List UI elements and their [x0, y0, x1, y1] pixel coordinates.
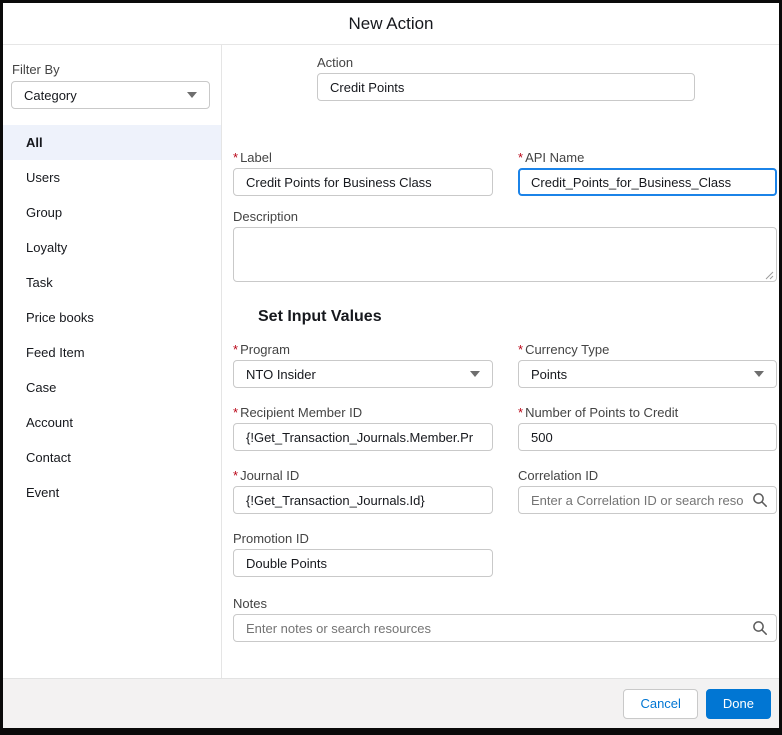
- currency-type-dropdown[interactable]: Points: [518, 360, 777, 388]
- required-asterisk: *: [233, 405, 239, 420]
- required-asterisk: *: [518, 405, 524, 420]
- dialog-footer: Cancel Done: [3, 678, 779, 728]
- notes-label: Notes: [233, 596, 267, 611]
- dialog-title: New Action: [348, 13, 434, 33]
- sidebar-item-feed-item[interactable]: Feed Item: [3, 335, 221, 370]
- api-name-label: * API Name: [518, 150, 585, 165]
- currency-type-field-group: * Currency Type Points: [518, 342, 777, 388]
- recipient-member-id-input[interactable]: [233, 423, 493, 451]
- required-asterisk: *: [518, 342, 524, 357]
- currency-type-dropdown-value: Points: [531, 366, 568, 382]
- chevron-down-icon: [754, 371, 764, 377]
- promotion-id-input[interactable]: [233, 549, 493, 577]
- description-textarea[interactable]: [233, 227, 777, 282]
- category-dropdown[interactable]: Category: [11, 81, 210, 109]
- chevron-down-icon: [470, 371, 480, 377]
- currency-type-label: * Currency Type: [518, 342, 610, 357]
- filter-by-label: Filter By: [12, 62, 60, 77]
- description-label: Description: [233, 209, 299, 224]
- api-name-field-group: * API Name: [518, 150, 777, 196]
- promotion-id-field-group: Promotion ID: [233, 531, 493, 577]
- search-icon[interactable]: [752, 620, 768, 636]
- sidebar-item-task[interactable]: Task: [3, 265, 221, 300]
- label-field-label: * Label: [233, 150, 272, 165]
- description-field-group: Description: [233, 209, 777, 287]
- journal-id-label: * Journal ID: [233, 468, 300, 483]
- sidebar-item-group[interactable]: Group: [3, 195, 221, 230]
- sidebar-item-loyalty[interactable]: Loyalty: [3, 230, 221, 265]
- new-action-dialog: New Action Filter By Category All Users …: [0, 0, 782, 735]
- sidebar-item-account[interactable]: Account: [3, 405, 221, 440]
- action-field-group: Action: [317, 55, 695, 101]
- sidebar-item-users[interactable]: Users: [3, 160, 221, 195]
- promotion-id-label: Promotion ID: [233, 531, 309, 546]
- notes-input[interactable]: [233, 614, 777, 642]
- program-dropdown[interactable]: NTO Insider: [233, 360, 493, 388]
- correlation-id-input[interactable]: [518, 486, 777, 514]
- required-asterisk: *: [233, 342, 239, 357]
- number-of-points-input[interactable]: [518, 423, 777, 451]
- journal-id-field-group: * Journal ID: [233, 468, 493, 514]
- program-dropdown-value: NTO Insider: [246, 366, 316, 382]
- recipient-member-id-field-group: * Recipient Member ID: [233, 405, 493, 451]
- program-field-group: * Program NTO Insider: [233, 342, 493, 388]
- required-asterisk: *: [518, 150, 524, 165]
- number-of-points-field-group: * Number of Points to Credit: [518, 405, 777, 451]
- required-asterisk: *: [233, 468, 239, 483]
- notes-field-group: Notes: [233, 596, 777, 642]
- cancel-button[interactable]: Cancel: [623, 688, 698, 719]
- api-name-input[interactable]: [518, 168, 777, 196]
- journal-id-input[interactable]: [233, 486, 493, 514]
- correlation-id-label: Correlation ID: [518, 468, 599, 483]
- action-label: Action: [317, 55, 354, 70]
- done-button[interactable]: Done: [705, 688, 771, 719]
- sidebar-item-event[interactable]: Event: [3, 475, 221, 510]
- sidebar-item-contact[interactable]: Contact: [3, 440, 221, 475]
- category-list: All Users Group Loyalty Task Price books…: [3, 125, 221, 510]
- dialog-body: Filter By Category All Users Group Loyal…: [3, 45, 779, 678]
- required-asterisk: *: [233, 150, 239, 165]
- search-icon[interactable]: [752, 492, 768, 508]
- dialog-header: New Action: [3, 3, 779, 45]
- number-of-points-label: * Number of Points to Credit: [518, 405, 679, 420]
- category-sidebar: Filter By Category All Users Group Loyal…: [3, 45, 222, 678]
- set-input-values-heading: Set Input Values: [258, 308, 382, 325]
- category-dropdown-value: Category: [24, 87, 77, 103]
- action-form: Action *Label *API Name Description: [222, 45, 779, 678]
- correlation-id-field-group: Correlation ID: [518, 468, 777, 514]
- chevron-down-icon: [187, 92, 197, 98]
- label-field-group: * Label: [233, 150, 493, 196]
- sidebar-item-all[interactable]: All: [3, 125, 221, 160]
- program-label: * Program: [233, 342, 290, 357]
- action-input[interactable]: [317, 73, 695, 101]
- label-input[interactable]: [233, 168, 493, 196]
- sidebar-item-price-books[interactable]: Price books: [3, 300, 221, 335]
- sidebar-item-case[interactable]: Case: [3, 370, 221, 405]
- resize-handle-icon[interactable]: [764, 270, 774, 280]
- recipient-member-id-label: * Recipient Member ID: [233, 405, 363, 420]
